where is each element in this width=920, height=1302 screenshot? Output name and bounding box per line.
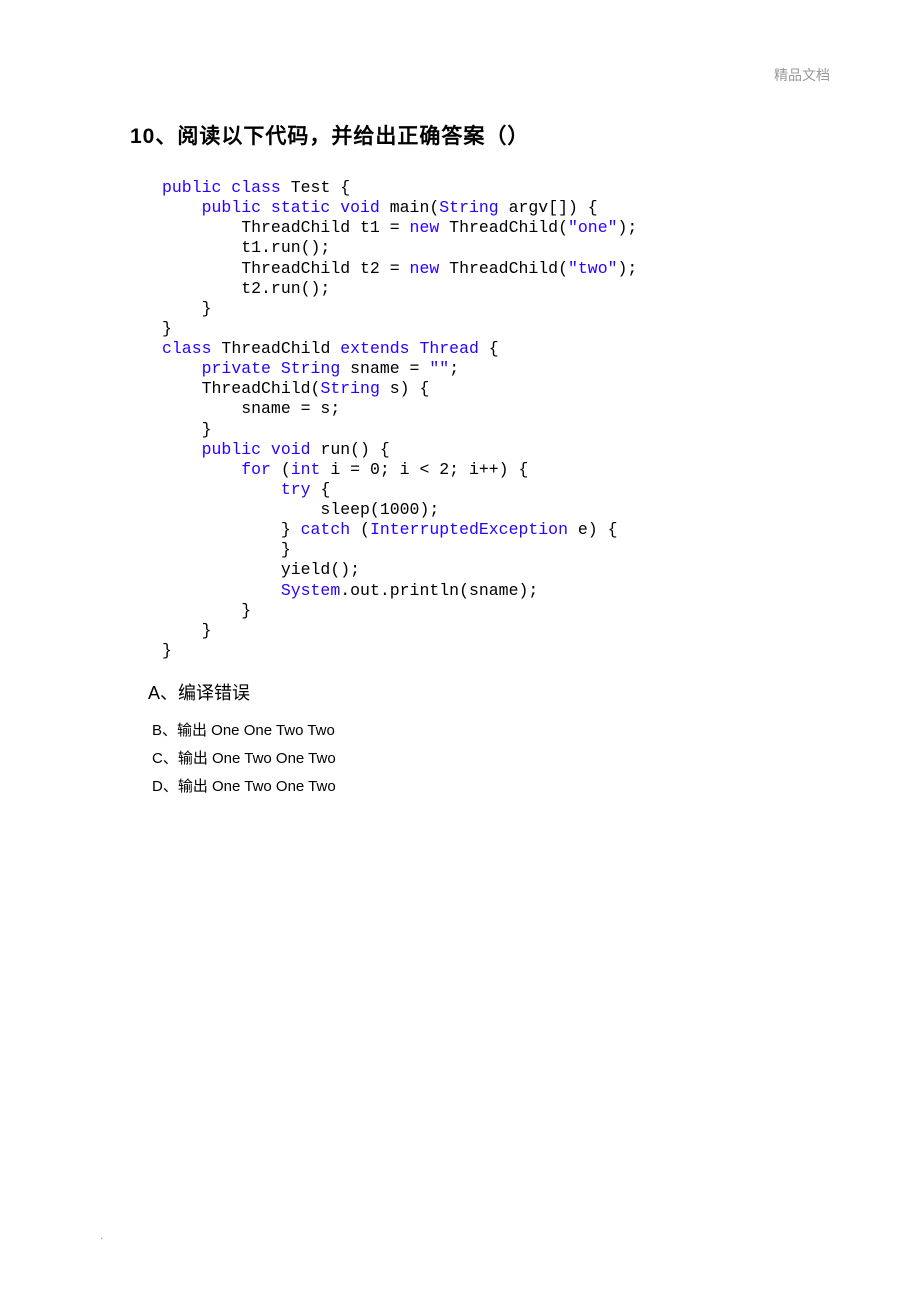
code-token: ThreadChild <box>221 339 340 358</box>
code-token: public class <box>162 178 291 197</box>
code-token: String <box>281 359 340 378</box>
answer-option-a: A、编译错误 <box>148 679 790 705</box>
code-token: ThreadChild( <box>439 218 568 237</box>
code-token: } <box>162 520 301 539</box>
code-token: sname = <box>340 359 429 378</box>
code-token: } <box>162 319 172 338</box>
document-body: 10、阅读以下代码，并给出正确答案（） public class Test { … <box>0 0 920 796</box>
code-token: { <box>479 339 499 358</box>
code-token: ); <box>618 259 638 278</box>
code-token: s) { <box>380 379 430 398</box>
code-block: public class Test { public static void m… <box>162 178 790 661</box>
code-token: t2.run(); <box>162 279 330 298</box>
code-token: ThreadChild( <box>439 259 568 278</box>
code-token: sname = s; <box>162 399 340 418</box>
code-token <box>162 359 202 378</box>
code-token: String <box>320 379 379 398</box>
code-token: ThreadChild( <box>162 379 320 398</box>
code-token: Thread <box>419 339 478 358</box>
code-token: "" <box>429 359 449 378</box>
code-token: i = 0; i < 2; i++) { <box>320 460 528 479</box>
code-token <box>162 198 202 217</box>
code-token <box>162 460 241 479</box>
code-token: ThreadChild t2 = <box>162 259 410 278</box>
code-token: System <box>281 581 340 600</box>
code-token: sleep(1000); <box>162 500 439 519</box>
code-token: new <box>410 218 440 237</box>
code-token: Test { <box>291 178 350 197</box>
code-token: .out.println(sname); <box>340 581 538 600</box>
footer-marker: . <box>100 1228 103 1242</box>
answer-option-d: D、输出 One Two One Two <box>152 775 790 796</box>
question-title: 10、阅读以下代码，并给出正确答案（） <box>130 120 790 150</box>
code-token: { <box>311 480 331 499</box>
code-token: InterruptedException <box>370 520 568 539</box>
code-token: try <box>281 480 311 499</box>
code-token: main( <box>390 198 440 217</box>
code-token <box>162 440 202 459</box>
code-token: t1.run(); <box>162 238 330 257</box>
code-token <box>162 581 281 600</box>
code-token: } <box>162 621 212 640</box>
code-token: private <box>202 359 281 378</box>
answer-option-b: B、输出 One One Two Two <box>152 719 790 740</box>
code-token: catch <box>301 520 360 539</box>
answer-option-c: C、输出 One Two One Two <box>152 747 790 768</box>
code-token: } <box>162 420 212 439</box>
code-token: run() { <box>320 440 389 459</box>
code-token: ( <box>281 460 291 479</box>
code-token: public static void <box>202 198 390 217</box>
code-token: } <box>162 299 212 318</box>
code-token: int <box>291 460 321 479</box>
code-token: for <box>241 460 281 479</box>
code-token: ThreadChild t1 = <box>162 218 410 237</box>
code-token: argv[]) { <box>499 198 598 217</box>
code-token: String <box>439 198 498 217</box>
code-token: ( <box>360 520 370 539</box>
code-token <box>162 480 281 499</box>
code-token: class <box>162 339 221 358</box>
watermark-text: 精品文档 <box>774 65 830 85</box>
code-token: ; <box>449 359 459 378</box>
code-token: new <box>410 259 440 278</box>
code-token: } <box>162 601 251 620</box>
code-token: yield(); <box>162 560 360 579</box>
code-token: public void <box>202 440 321 459</box>
code-token: "two" <box>568 259 618 278</box>
code-token: } <box>162 641 172 660</box>
code-token: "one" <box>568 218 618 237</box>
code-token: extends <box>340 339 419 358</box>
code-token: ); <box>618 218 638 237</box>
code-token: } <box>162 540 291 559</box>
code-token: e) { <box>568 520 618 539</box>
